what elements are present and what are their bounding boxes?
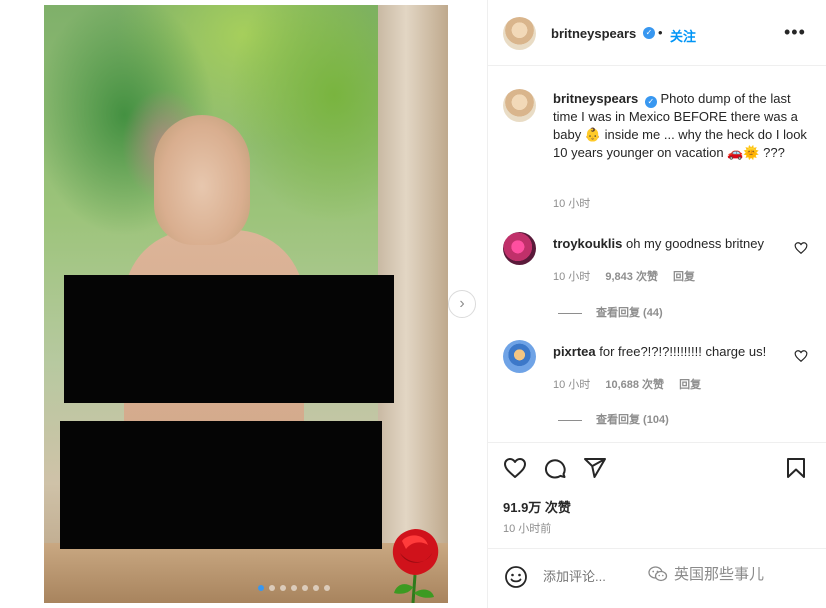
watermark: 英国那些事儿 [648,563,764,584]
carousel-dot [324,585,330,591]
caption: britneyspears ✓ Photo dump of the last t… [553,90,815,162]
caption-avatar[interactable] [503,89,536,122]
verified-badge-icon: ✓ [643,27,655,39]
comment-avatar[interactable] [503,340,536,373]
comment-icon[interactable] [543,456,567,480]
carousel-dot [269,585,275,591]
view-replies-button[interactable]: 查看回复 (44) [558,304,663,320]
replies-divider [558,312,582,314]
post-username[interactable]: britneyspears [551,26,636,41]
post-timestamp: 10 小时前 [503,523,552,535]
carousel-dots [258,585,330,591]
view-replies-label: 查看回复 (104) [596,414,669,426]
instagram-post-window: › britneyspears ✓ • 关注 ••• britneyspears… [0,0,826,608]
more-icon[interactable]: ••• [784,22,806,43]
add-comment-input[interactable] [543,569,633,584]
chevron-right-icon: › [459,295,465,312]
comment-avatar[interactable] [503,232,536,265]
follow-button[interactable]: 关注 [670,26,696,45]
caption-username[interactable]: britneyspears [553,91,638,106]
carousel-dot [291,585,297,591]
comment-time: 10 小时 [553,271,591,283]
carousel-dot-active [258,585,264,591]
comment-meta: 10 小时 10,688 次赞 回复 [553,376,713,392]
censor-bar-bottom [60,421,382,549]
rose-sticker [392,529,439,603]
comment-bar-divider [488,548,826,549]
carousel-dot [280,585,286,591]
view-replies-label: 查看回复 (44) [596,307,663,319]
photo-figure-head [154,115,250,245]
avatar[interactable] [503,17,536,50]
carousel-dot [313,585,319,591]
comment-username[interactable]: pixrtea [553,344,596,359]
next-slide-button[interactable]: › [448,290,476,318]
post-header: britneyspears ✓ • 关注 ••• [488,0,826,66]
post-photo[interactable] [44,5,448,603]
verified-badge-icon: ✓ [644,96,657,108]
reply-button[interactable]: 回复 [673,271,695,283]
comment-body: oh my goodness britney [625,236,765,251]
caption-timestamp: 10 小时 [553,198,591,210]
comment-like-count[interactable]: 10,688 次赞 [605,379,664,391]
comment-username[interactable]: troykouklis [553,236,622,251]
comment-heart-icon[interactable] [794,349,808,363]
action-bar-divider [488,442,826,443]
bookmark-icon[interactable] [784,456,808,480]
comment-like-count[interactable]: 9,843 次赞 [605,271,658,283]
watermark-text: 英国那些事儿 [674,566,765,583]
emoji-icon[interactable] [504,565,528,589]
share-icon[interactable] [583,456,607,480]
separator-dot: • [658,25,663,40]
post-side-panel: britneyspears ✓ • 关注 ••• britneyspears ✓… [487,0,826,608]
carousel-dot [302,585,308,591]
comment-time: 10 小时 [553,379,591,391]
replies-divider [558,419,582,421]
wechat-icon [648,565,668,581]
comment: troykouklis oh my goodness britney [553,236,764,251]
view-replies-button[interactable]: 查看回复 (104) [558,411,669,427]
censor-bar-top [64,275,394,403]
like-count[interactable]: 91.9万 次赞 [503,497,571,516]
comment: pixrtea for free?!?!?!!!!!!!!! charge us… [553,344,766,359]
heart-icon[interactable] [503,456,527,480]
reply-button[interactable]: 回复 [679,379,701,391]
comment-meta: 10 小时 9,843 次赞 回复 [553,268,707,284]
comment-heart-icon[interactable] [794,241,808,255]
comment-body: for free?!?!?!!!!!!!!! charge us! [599,344,767,359]
